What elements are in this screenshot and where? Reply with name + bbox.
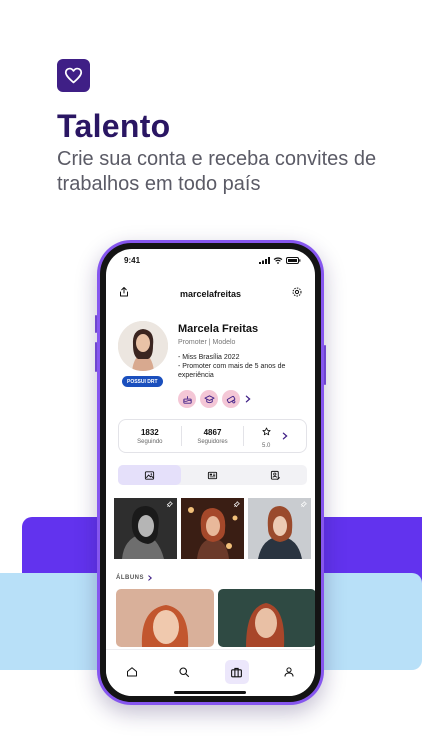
albums-header[interactable]: ÁLBUNS (116, 575, 153, 581)
image-icon (144, 470, 155, 480)
following-label: Seguindo (137, 438, 163, 445)
profile-header: marcelafreitas (106, 285, 315, 303)
content-tabs (118, 465, 307, 485)
achievements-more-button[interactable] (244, 390, 252, 408)
home-indicator (174, 691, 246, 694)
chevron-right-icon (245, 395, 251, 403)
achievement-badge[interactable] (222, 390, 240, 408)
user-icon (284, 667, 294, 677)
stat-following[interactable]: 1832 Seguindo (119, 428, 181, 445)
albums-title: ÁLBUNS (116, 575, 144, 581)
cake-icon (182, 395, 192, 404)
stat-rating[interactable]: 5.0 (244, 423, 306, 449)
briefcase-icon (231, 667, 243, 677)
tab-photos[interactable] (118, 465, 181, 485)
nav-home[interactable] (120, 660, 144, 684)
phone-mockup: 9:41 marcelafreitas POSSUI DRT Marcela F… (97, 240, 324, 705)
search-icon (179, 667, 190, 678)
achievement-badge[interactable] (178, 390, 196, 408)
achievement-badges (178, 390, 252, 408)
followers-count: 4867 (203, 427, 222, 437)
rating-value: 5.0 (262, 443, 271, 449)
app-screen: 9:41 marcelafreitas POSSUI DRT Marcela F… (106, 249, 315, 696)
drt-badge: POSSUI DRT (122, 376, 163, 387)
albums-row (116, 589, 315, 647)
tab-posts[interactable] (181, 465, 244, 485)
share-button[interactable] (118, 285, 130, 303)
achievement-badge[interactable] (200, 390, 218, 408)
pin-icon (166, 501, 173, 508)
bio-line: - Promoter com mais de 5 anos de experiê… (178, 363, 286, 379)
wifi-icon (273, 256, 283, 264)
profile-name: Marcela Freitas (178, 323, 259, 335)
pin-icon (300, 501, 307, 508)
tab-tagged[interactable] (244, 465, 307, 485)
news-icon (207, 471, 218, 479)
profile-stats: 1832 Seguindo 4867 Seguidores 5.0 (118, 419, 307, 453)
headline: Talento (57, 108, 171, 144)
profile-edit-icon (270, 470, 280, 480)
status-time: 9:41 (124, 255, 141, 265)
bio-line: - Miss Brasília 2022 (178, 354, 240, 361)
nav-jobs[interactable] (224, 660, 249, 684)
settings-button[interactable] (291, 285, 303, 303)
app-logo (57, 59, 90, 92)
photo-grid (114, 498, 311, 559)
diploma-icon (226, 395, 235, 403)
bottom-nav (106, 649, 315, 696)
followers-label: Seguidores (197, 438, 228, 445)
graduation-cap-icon (203, 394, 215, 403)
phone-side-button (324, 345, 326, 385)
chevron-right-icon (148, 575, 153, 581)
share-icon (120, 287, 128, 297)
album-cover[interactable] (218, 589, 315, 647)
album-cover[interactable] (116, 589, 214, 647)
profile-username: marcelafreitas (179, 289, 242, 299)
photo-thumbnail[interactable] (181, 498, 244, 559)
status-bar: 9:41 (106, 249, 315, 271)
heart-icon (64, 67, 83, 84)
gear-icon (292, 287, 302, 297)
avatar[interactable] (118, 321, 168, 371)
stat-followers[interactable]: 4867 Seguidores (182, 428, 244, 445)
subheadline: Crie sua conta e receba convites de trab… (57, 148, 377, 195)
chevron-right-icon (282, 432, 288, 440)
nav-profile[interactable] (277, 660, 301, 684)
battery-icon (286, 256, 301, 264)
signal-icon (259, 256, 270, 264)
photo-thumbnail[interactable] (248, 498, 311, 559)
star-icon (262, 427, 271, 436)
profile-bio: - Miss Brasília 2022 - Promoter com mais… (178, 353, 308, 380)
following-count: 1832 (140, 427, 159, 437)
home-icon (127, 667, 138, 677)
photo-thumbnail[interactable] (114, 498, 177, 559)
profile-role: Promoter | Modelo (178, 339, 236, 346)
pin-icon (233, 501, 240, 508)
nav-search[interactable] (172, 660, 196, 684)
promo-page: Talento Crie sua conta e receba convites… (0, 0, 422, 750)
